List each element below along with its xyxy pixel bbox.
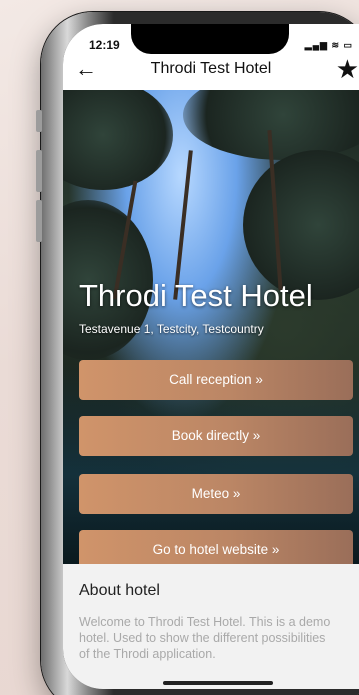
hotel-name: Throdi Test Hotel [79, 278, 313, 313]
hero-image: Throdi Test Hotel Testavenue 1, Testcity… [63, 90, 359, 564]
hotel-website-button[interactable]: Go to hotel website » [79, 530, 353, 564]
nav-bar: ← Throdi Test Hotel ★ [63, 54, 359, 90]
hotel-address: Testavenue 1, Testcity, Testcountry [79, 322, 264, 336]
about-text: Welcome to Throdi Test Hotel. This is a … [79, 615, 331, 661]
phone-mute-switch [36, 110, 42, 132]
home-indicator[interactable] [163, 681, 273, 685]
phone-screen: 12:19 ▂▄▆ ≋ ▭ ← Throdi Test Hotel ★ Thro… [63, 24, 359, 689]
about-section: About hotel Welcome to Throdi Test Hotel… [63, 564, 359, 689]
phone-volume-down [36, 200, 42, 242]
meteo-button[interactable]: Meteo » [79, 474, 353, 514]
phone-volume-up [36, 150, 42, 192]
phone-notch [131, 24, 289, 54]
tree-foliage [63, 90, 173, 190]
star-icon[interactable]: ★ [336, 54, 359, 85]
page-title: Throdi Test Hotel [150, 60, 272, 77]
status-icons: ▂▄▆ ≋ ▭ [304, 40, 353, 50]
status-time: 12:19 [89, 38, 120, 52]
book-directly-button[interactable]: Book directly » [79, 416, 353, 456]
about-title: About hotel [79, 582, 160, 599]
call-reception-button[interactable]: Call reception » [79, 360, 353, 400]
